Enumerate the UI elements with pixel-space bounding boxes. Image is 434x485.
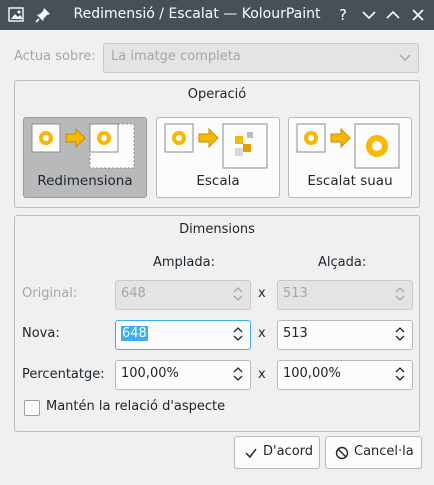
new-height-field[interactable]: 513 xyxy=(277,320,413,350)
operation-group: Operació Redimensiona Escala Escalat sua… xyxy=(14,80,420,208)
checkmark-icon xyxy=(245,448,257,459)
smooth-scale-icon xyxy=(296,123,400,169)
width-header: Amplada: xyxy=(153,255,215,270)
dimension-separator: x xyxy=(258,367,266,382)
percent-label: Percentatge: xyxy=(22,367,105,382)
chevron-down-icon xyxy=(362,11,376,20)
cancel-icon xyxy=(335,446,349,460)
percent-height-value: 100,00% xyxy=(283,366,341,381)
original-width-value: 648 xyxy=(121,286,146,301)
ok-button[interactable]: D'acord xyxy=(234,436,320,469)
percent-width-value: 100,00% xyxy=(121,366,179,381)
dimensions-title: Dimensions xyxy=(179,222,255,237)
stepper-icon xyxy=(395,327,405,341)
new-width-value: 648 xyxy=(121,326,148,341)
new-label: Nova: xyxy=(22,326,60,341)
scale-option[interactable]: Escala xyxy=(156,117,280,198)
act-on-value: La imatge completa xyxy=(111,49,241,64)
ok-button-label: D'acord xyxy=(263,444,314,459)
chevron-up-icon xyxy=(386,10,400,19)
keep-aspect-checkbox[interactable] xyxy=(24,400,40,416)
cancel-button-label: Cancel·la xyxy=(354,444,414,459)
act-on-row: Actua sobre: La imatge completa xyxy=(14,43,420,73)
smooth-scale-option-label: Escalat suau xyxy=(307,173,393,189)
maximize-button[interactable] xyxy=(383,5,403,25)
app-icon xyxy=(8,6,26,24)
window-title: Redimensió / Escalat — KolourPaint xyxy=(73,6,321,22)
smooth-scale-option[interactable]: Escalat suau xyxy=(288,117,412,198)
pin-icon[interactable] xyxy=(34,6,52,24)
scale-option-label: Escala xyxy=(196,173,240,189)
original-label: Original: xyxy=(22,286,78,301)
close-icon xyxy=(412,9,424,21)
cancel-button[interactable]: Cancel·la xyxy=(325,436,422,469)
stepper-icon xyxy=(395,367,405,381)
resize-option[interactable]: Redimensiona xyxy=(23,117,147,198)
act-on-select[interactable]: La imatge completa xyxy=(103,43,419,73)
act-on-label: Actua sobre: xyxy=(14,49,96,64)
stepper-icon xyxy=(233,367,243,381)
original-height-field[interactable]: 513 xyxy=(277,280,413,310)
help-icon: ? xyxy=(339,6,347,24)
percent-height-field[interactable]: 100,00% xyxy=(277,360,413,390)
help-button[interactable]: ? xyxy=(334,5,354,25)
chevron-down-icon xyxy=(399,54,411,61)
dimensions-group: Dimensions Amplada: Alçada: Original: 64… xyxy=(14,215,420,432)
stepper-icon xyxy=(395,287,405,301)
new-height-value: 513 xyxy=(283,326,308,341)
minimize-button[interactable] xyxy=(359,5,379,25)
original-width-field[interactable]: 648 xyxy=(115,280,251,310)
keep-aspect-label[interactable]: Mantén la relació d'aspecte xyxy=(46,399,225,414)
height-header: Alçada: xyxy=(318,255,367,270)
close-button[interactable] xyxy=(408,5,428,25)
scale-icon xyxy=(164,123,268,169)
dimension-separator: x xyxy=(258,286,266,301)
percent-width-field[interactable]: 100,00% xyxy=(115,360,251,390)
operation-title: Operació xyxy=(187,87,247,102)
original-height-value: 513 xyxy=(283,286,308,301)
resize-icon xyxy=(31,123,135,169)
stepper-icon xyxy=(233,287,243,301)
dimension-separator: x xyxy=(258,326,266,341)
title-bar: Redimensió / Escalat — KolourPaint ? xyxy=(0,0,434,30)
new-width-field[interactable]: 648 xyxy=(115,320,251,350)
resize-option-label: Redimensiona xyxy=(37,173,133,189)
stepper-icon xyxy=(233,327,243,341)
